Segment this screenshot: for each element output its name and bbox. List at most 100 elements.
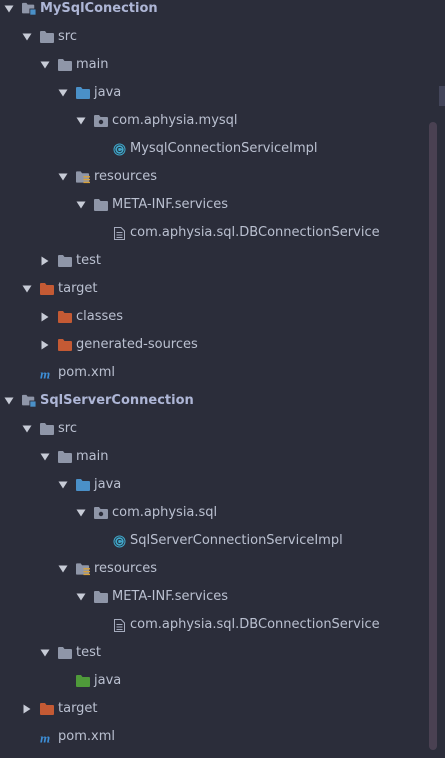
source-folder-icon bbox=[76, 479, 90, 492]
tree-item-generated-sources[interactable]: generated-sources bbox=[0, 331, 425, 359]
package-icon bbox=[94, 507, 108, 520]
tree-item-main[interactable]: main bbox=[0, 443, 425, 471]
folder-icon bbox=[58, 59, 72, 72]
expand-arrow-icon[interactable] bbox=[76, 200, 86, 210]
class-icon: C bbox=[112, 143, 126, 156]
tree-item-service-file[interactable]: com.aphysia.sql.DBConnectionService bbox=[0, 611, 425, 639]
tree-item-meta-inf-services[interactable]: META-INF.services bbox=[0, 191, 425, 219]
tree-item-service-file[interactable]: com.aphysia.sql.DBConnectionService bbox=[0, 219, 425, 247]
maven-icon: m bbox=[40, 731, 54, 744]
folder-icon bbox=[40, 423, 54, 436]
folder-icon bbox=[58, 451, 72, 464]
svg-text:m: m bbox=[40, 367, 50, 380]
resources-folder-icon bbox=[76, 562, 90, 576]
expand-arrow-icon[interactable] bbox=[58, 88, 68, 98]
collapse-arrow-icon[interactable] bbox=[40, 312, 50, 322]
tree-item-label: src bbox=[58, 421, 77, 436]
tree-item-classes[interactable]: classes bbox=[0, 303, 425, 331]
expand-arrow-icon[interactable] bbox=[76, 116, 86, 126]
expand-arrow-icon[interactable] bbox=[22, 32, 32, 42]
expand-arrow-icon[interactable] bbox=[58, 480, 68, 490]
tree-item-java[interactable]: java bbox=[0, 471, 425, 499]
expand-arrow-icon[interactable] bbox=[4, 4, 14, 14]
tree-item-label: src bbox=[58, 29, 77, 44]
expand-arrow-icon[interactable] bbox=[76, 592, 86, 602]
tree-item-label: target bbox=[58, 281, 98, 296]
tree-item-label: META-INF.services bbox=[112, 197, 229, 212]
tree-item-label: test bbox=[76, 253, 101, 268]
scroll-indicator bbox=[439, 86, 445, 106]
expand-arrow-icon[interactable] bbox=[58, 172, 68, 182]
tree-item-label: META-INF.services bbox=[112, 589, 229, 604]
folder-icon bbox=[58, 255, 72, 268]
tree-item-label: com.aphysia.sql bbox=[112, 505, 218, 520]
expand-arrow-icon[interactable] bbox=[40, 60, 50, 70]
tree-item-label: SqlServerConnection bbox=[40, 393, 194, 408]
tree-item-main[interactable]: main bbox=[0, 51, 425, 79]
tree-item-package-mysql[interactable]: com.aphysia.mysql bbox=[0, 107, 425, 135]
tree-item-label: com.aphysia.mysql bbox=[112, 113, 238, 128]
tree-item-meta-inf-services[interactable]: META-INF.services bbox=[0, 583, 425, 611]
tree-item-src[interactable]: src bbox=[0, 23, 425, 51]
expand-arrow-icon[interactable] bbox=[76, 508, 86, 518]
expand-arrow-icon[interactable] bbox=[22, 284, 32, 294]
folder-icon bbox=[58, 647, 72, 660]
maven-icon: m bbox=[40, 367, 54, 380]
tree-item-label: java bbox=[94, 477, 122, 492]
tree-item-label: MysqlConnectionServiceImpl bbox=[130, 141, 318, 156]
resources-folder-icon bbox=[76, 170, 90, 184]
expand-arrow-icon[interactable] bbox=[22, 424, 32, 434]
tree-item-resources[interactable]: resources bbox=[0, 555, 425, 583]
collapse-arrow-icon[interactable] bbox=[40, 256, 50, 266]
class-icon: C bbox=[112, 535, 126, 548]
tree-item-sqlserver-impl-class[interactable]: C SqlServerConnectionServiceImpl bbox=[0, 527, 425, 555]
folder-icon bbox=[40, 31, 54, 44]
collapse-arrow-icon[interactable] bbox=[40, 340, 50, 350]
tree-item-mysql-impl-class[interactable]: C MysqlConnectionServiceImpl bbox=[0, 135, 425, 163]
test-source-folder-icon bbox=[76, 675, 90, 688]
tree-item-pom-xml[interactable]: m pom.xml bbox=[0, 359, 425, 387]
orange-folder-icon bbox=[40, 703, 54, 716]
module-folder-icon bbox=[22, 394, 36, 408]
tree-item-test-java[interactable]: java bbox=[0, 667, 425, 695]
tree-item-test[interactable]: test bbox=[0, 639, 425, 667]
expand-arrow-icon[interactable] bbox=[40, 648, 50, 658]
tree-item-test[interactable]: test bbox=[0, 247, 425, 275]
tree-item-label: MySqlConection bbox=[40, 1, 158, 16]
tree-item-label: pom.xml bbox=[58, 365, 115, 380]
tree-item-label: resources bbox=[94, 561, 158, 576]
tree-item-src[interactable]: src bbox=[0, 415, 425, 443]
svg-text:C: C bbox=[116, 145, 122, 154]
expand-arrow-icon[interactable] bbox=[40, 452, 50, 462]
tree-item-target[interactable]: target bbox=[0, 695, 425, 723]
vertical-scrollbar[interactable] bbox=[429, 122, 437, 750]
tree-item-label: resources bbox=[94, 169, 158, 184]
tree-item-label: pom.xml bbox=[58, 729, 115, 744]
tree-item-label: SqlServerConnectionServiceImpl bbox=[130, 533, 343, 548]
expand-arrow-icon[interactable] bbox=[4, 396, 14, 406]
tree-item-mysqlconection[interactable]: MySqlConection bbox=[0, 0, 425, 23]
svg-text:m: m bbox=[40, 731, 50, 744]
expand-arrow-icon[interactable] bbox=[58, 564, 68, 574]
tree-item-label: java bbox=[94, 673, 122, 688]
tree-item-target[interactable]: target bbox=[0, 275, 425, 303]
tree-item-label: com.aphysia.sql.DBConnectionService bbox=[130, 225, 380, 240]
tree-item-resources[interactable]: resources bbox=[0, 163, 425, 191]
package-icon bbox=[94, 115, 108, 128]
folder-icon bbox=[94, 591, 108, 604]
folder-icon bbox=[94, 199, 108, 212]
module-folder-icon bbox=[22, 2, 36, 16]
tree-item-java[interactable]: java bbox=[0, 79, 425, 107]
project-tree: MySqlConection src main java com.aphysia.mys… bbox=[0, 0, 425, 751]
tree-item-sqlserverconnection[interactable]: SqlServerConnection bbox=[0, 387, 425, 415]
tree-item-label: com.aphysia.sql.DBConnectionService bbox=[130, 617, 380, 632]
svg-text:C: C bbox=[116, 537, 122, 546]
tree-item-pom-xml[interactable]: m pom.xml bbox=[0, 723, 425, 751]
tree-item-label: main bbox=[76, 449, 109, 464]
tree-item-package-sql[interactable]: com.aphysia.sql bbox=[0, 499, 425, 527]
collapse-arrow-icon[interactable] bbox=[22, 704, 32, 714]
tree-item-label: java bbox=[94, 85, 122, 100]
orange-folder-icon bbox=[58, 311, 72, 324]
tree-item-label: classes bbox=[76, 309, 124, 324]
tree-item-label: test bbox=[76, 645, 101, 660]
